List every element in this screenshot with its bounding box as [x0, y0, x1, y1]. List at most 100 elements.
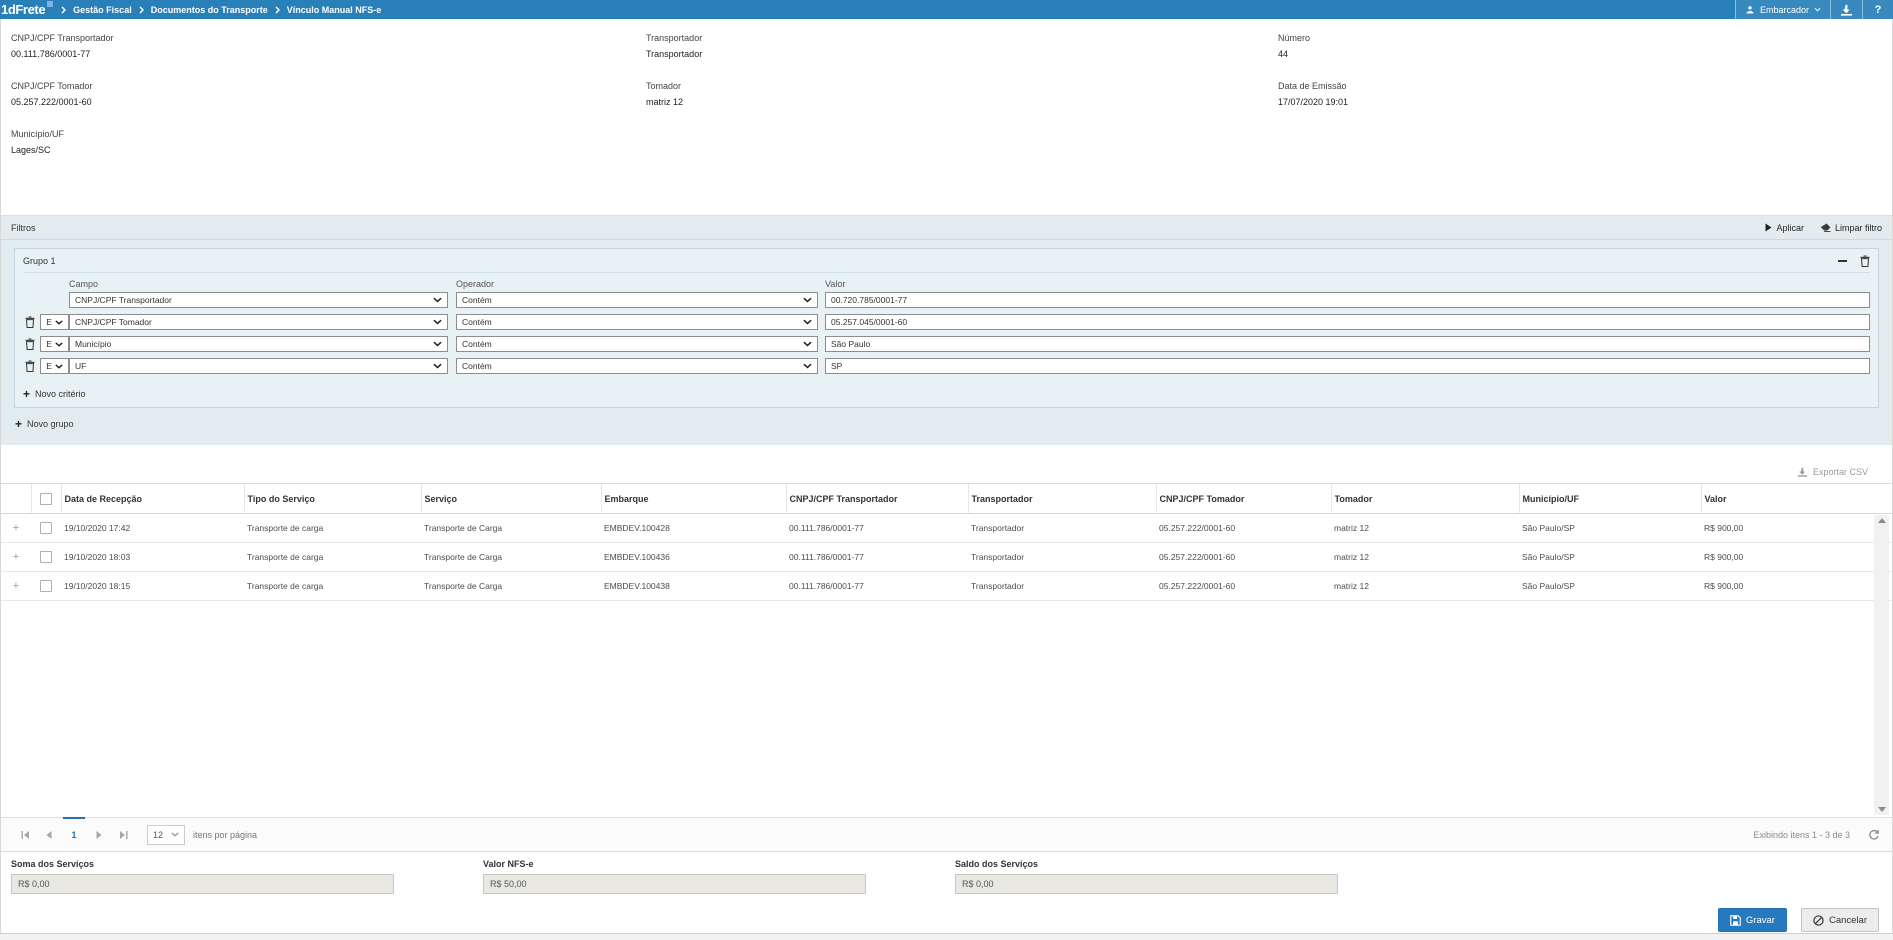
col-servico[interactable]: Serviço — [421, 484, 601, 514]
trash-icon — [25, 360, 35, 372]
campo-select[interactable]: CNPJ/CPF Tomador — [69, 314, 448, 330]
row-select-checkbox[interactable] — [40, 522, 52, 534]
cell-tomador: matriz 12 — [1331, 572, 1519, 601]
delete-group-button[interactable] — [1860, 255, 1870, 267]
field-label: Data de Emissão — [1278, 81, 1892, 91]
first-page-button[interactable] — [13, 818, 37, 851]
export-csv-button[interactable]: Exportar CSV — [1, 445, 1892, 483]
operador-select[interactable]: Contém — [456, 314, 818, 330]
valor-input[interactable] — [825, 314, 1870, 330]
filter-group-header: Grupo 1 — [23, 249, 1870, 273]
trash-icon — [25, 316, 35, 328]
cell-valor: R$ 900,00 — [1701, 543, 1893, 572]
col-embarque[interactable]: Embarque — [601, 484, 786, 514]
expand-row-button[interactable]: + — [13, 580, 19, 592]
col-tipo-servico[interactable]: Tipo do Serviço — [244, 484, 421, 514]
campo-select[interactable]: CNPJ/CPF Transportador — [69, 292, 448, 308]
download-icon — [1840, 4, 1853, 16]
field-value: 44 — [1278, 49, 1892, 59]
expand-row-button[interactable]: + — [13, 522, 19, 534]
action-buttons: Gravar Cancelar — [1, 902, 1892, 932]
cell-valor: R$ 900,00 — [1701, 514, 1893, 543]
row-select-checkbox[interactable] — [40, 580, 52, 592]
field-transportador: Transportador Transportador — [646, 33, 1278, 59]
expand-row-button[interactable]: + — [13, 551, 19, 563]
campo-select[interactable]: UF — [69, 358, 448, 374]
help-icon: ? — [1875, 4, 1882, 16]
field-value: Transportador — [646, 49, 1278, 59]
app-logo[interactable]: 1dFrete — [0, 0, 45, 19]
select-all-checkbox[interactable] — [40, 493, 52, 505]
profile-menu-button[interactable]: Embarcador — [1735, 0, 1830, 19]
scroll-down-icon — [1878, 807, 1886, 812]
col-municipio-uf[interactable]: Município/UF — [1519, 484, 1701, 514]
scroll-up-icon — [1878, 518, 1886, 523]
logic-select[interactable]: E — [40, 314, 69, 330]
filter-group-title: Grupo 1 — [23, 256, 56, 266]
page-number-current[interactable]: 1 — [61, 818, 87, 851]
refresh-button[interactable] — [1868, 829, 1880, 841]
minus-icon — [1838, 260, 1847, 262]
col-valor[interactable]: Valor — [1701, 484, 1893, 514]
last-page-button[interactable] — [111, 818, 135, 851]
play-icon — [1765, 223, 1772, 232]
field-label: CNPJ/CPF Transportador — [11, 33, 646, 43]
operador-select-value: Contém — [462, 317, 492, 327]
delete-criteria-button[interactable] — [25, 338, 36, 350]
apply-filter-button[interactable]: Aplicar — [1765, 223, 1804, 233]
saldo-servicos-input: R$ 0,00 — [955, 874, 1338, 894]
campo-select[interactable]: Município — [69, 336, 448, 352]
cell-transportador: Transportador — [968, 543, 1156, 572]
chevron-down-icon — [171, 832, 179, 837]
new-group-button[interactable]: + Novo grupo — [15, 419, 74, 429]
valor-input[interactable] — [825, 358, 1870, 374]
cell-embarque: EMBDEV.100438 — [601, 572, 786, 601]
prev-page-button[interactable] — [37, 818, 61, 851]
trash-icon — [25, 338, 35, 350]
operador-select[interactable]: Contém — [456, 336, 818, 352]
next-page-button[interactable] — [87, 818, 111, 851]
operador-select[interactable]: Contém — [456, 358, 818, 374]
document-info: CNPJ/CPF Transportador 00.111.786/0001-7… — [1, 19, 1892, 215]
logo-square-icon — [47, 1, 53, 7]
campo-select-value: CNPJ/CPF Tomador — [75, 317, 152, 327]
operador-select[interactable]: Contém — [456, 292, 818, 308]
vertical-scrollbar[interactable] — [1874, 515, 1889, 815]
save-button[interactable]: Gravar — [1718, 908, 1787, 932]
valor-input[interactable] — [825, 336, 1870, 352]
download-button[interactable] — [1830, 0, 1862, 19]
chevron-right-icon — [139, 6, 144, 14]
chevron-down-icon — [803, 341, 812, 347]
field-label: Transportador — [646, 33, 1278, 43]
breadcrumb-documentos-transporte[interactable]: Documentos do Transporte — [151, 5, 268, 15]
col-tomador[interactable]: Tomador — [1331, 484, 1519, 514]
collapse-group-button[interactable] — [1838, 260, 1847, 262]
filter-row: E CNPJ/CPF Tomador Contém — [23, 314, 1870, 330]
cancel-button[interactable]: Cancelar — [1801, 908, 1879, 932]
col-cnpj-tomador[interactable]: CNPJ/CPF Tomador — [1156, 484, 1331, 514]
operador-column-label: Operador — [456, 279, 825, 289]
field-cnpj-transportador: CNPJ/CPF Transportador 00.111.786/0001-7… — [11, 33, 646, 59]
delete-criteria-button[interactable] — [25, 316, 36, 328]
cell-cnpj-tomador: 05.257.222/0001-60 — [1156, 572, 1331, 601]
cell-data-recepcao: 19/10/2020 17:42 — [61, 514, 244, 543]
clear-filter-button[interactable]: Limpar filtro — [1820, 223, 1882, 233]
col-cnpj-transportador[interactable]: CNPJ/CPF Transportador — [786, 484, 968, 514]
field-label: Soma dos Serviços — [11, 859, 394, 869]
page-size-select[interactable]: 12 — [147, 825, 185, 845]
logic-select[interactable]: E — [40, 336, 69, 352]
user-icon — [1745, 5, 1755, 15]
breadcrumb-vinculo-manual-nfse[interactable]: Vínculo Manual NFS-e — [287, 5, 382, 15]
help-button[interactable]: ? — [1862, 0, 1893, 19]
cell-valor: R$ 900,00 — [1701, 572, 1893, 601]
valor-input[interactable] — [825, 292, 1870, 308]
col-transportador[interactable]: Transportador — [968, 484, 1156, 514]
field-value: 17/07/2020 19:01 — [1278, 97, 1892, 107]
new-criteria-button[interactable]: + Novo critério — [23, 389, 86, 399]
topbar-right: Embarcador ? — [1735, 0, 1893, 19]
delete-criteria-button[interactable] — [25, 360, 36, 372]
row-select-checkbox[interactable] — [40, 551, 52, 563]
breadcrumb-gestao-fiscal[interactable]: Gestão Fiscal — [73, 5, 132, 15]
logic-select[interactable]: E — [40, 358, 69, 374]
col-data-recepcao[interactable]: Data de Recepção — [61, 484, 244, 514]
